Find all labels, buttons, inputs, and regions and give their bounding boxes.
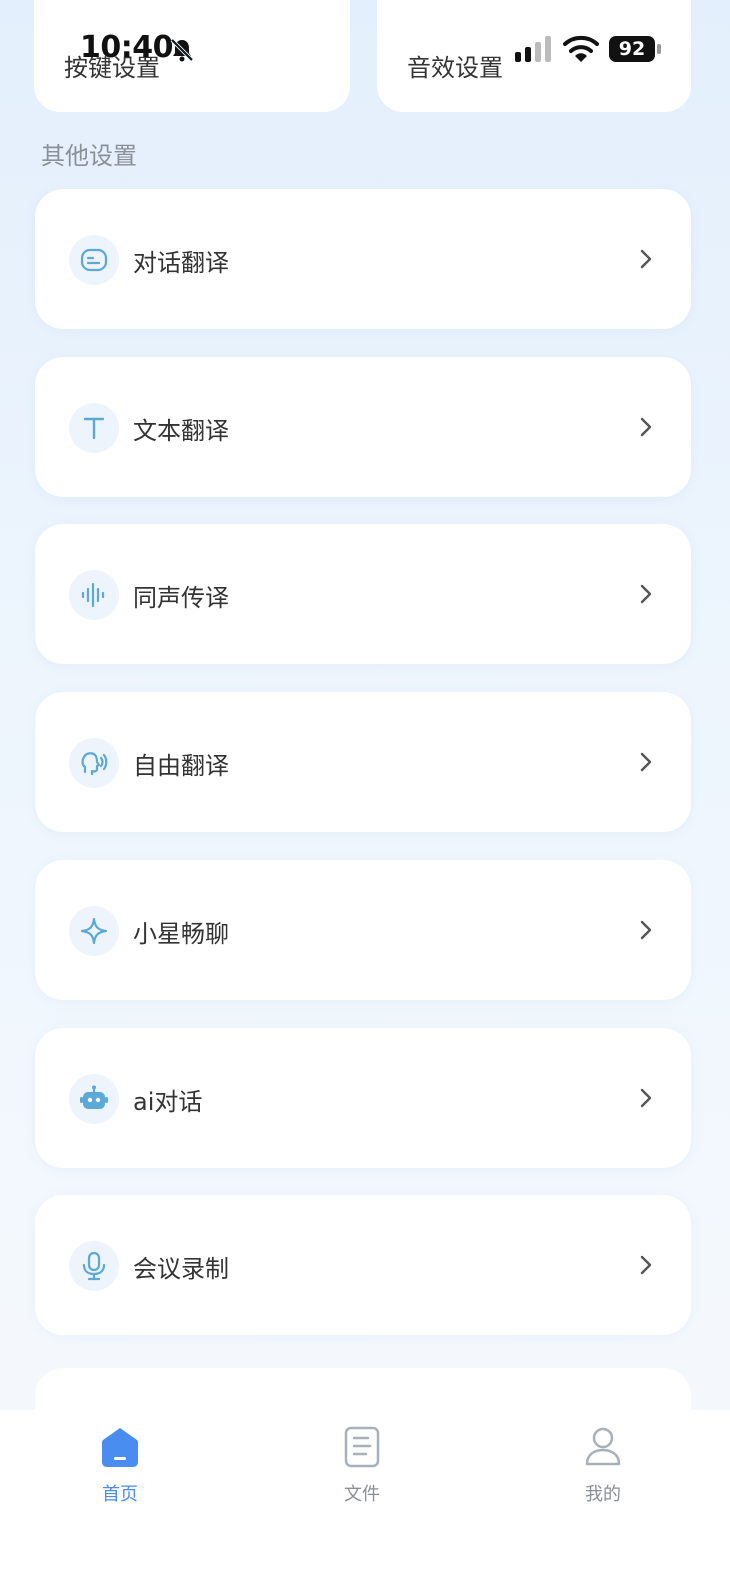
menu-item-label: 文本翻译 xyxy=(133,417,229,445)
user-icon xyxy=(585,1427,621,1466)
status-bar: 10:40 92 xyxy=(0,0,730,100)
tab-files-label: 文件 xyxy=(344,1484,380,1505)
battery-indicator: 92 xyxy=(609,36,661,62)
chevron-right-icon xyxy=(640,1255,652,1275)
chat-bubble-icon xyxy=(69,235,119,285)
menu-item-label: 小星畅聊 xyxy=(133,920,229,948)
menu-item-label: ai对话 xyxy=(133,1088,203,1116)
bottom-tab-bar: 首页 文件 我的 xyxy=(0,1410,730,1582)
menu-item-label: 会议录制 xyxy=(133,1255,229,1283)
section-title: 其他设置 xyxy=(41,142,137,170)
home-icon xyxy=(102,1428,138,1467)
microphone-icon xyxy=(69,1241,119,1291)
menu-item-xiaoxing-chat[interactable]: 小星畅聊 xyxy=(35,860,691,1000)
status-time: 10:40 xyxy=(80,30,174,65)
tab-mine[interactable]: 我的 xyxy=(543,1410,663,1530)
text-t-icon xyxy=(69,403,119,453)
menu-item-free-translate[interactable]: 自由翻译 xyxy=(35,692,691,832)
wifi-icon xyxy=(563,35,599,62)
menu-item-label: 同声传译 xyxy=(133,584,229,612)
menu-item-ai-chat[interactable]: ai对话 xyxy=(35,1028,691,1168)
chevron-right-icon xyxy=(640,1088,652,1108)
menu-item-simultaneous-interpretation[interactable]: 同声传译 xyxy=(35,524,691,664)
menu-item-meeting-record[interactable]: 会议录制 xyxy=(35,1195,691,1335)
chevron-right-icon xyxy=(640,249,652,269)
tab-home-label: 首页 xyxy=(102,1484,138,1505)
menu-item-text-translate[interactable]: 文本翻译 xyxy=(35,357,691,497)
tab-mine-label: 我的 xyxy=(585,1484,621,1505)
sound-wave-icon xyxy=(69,570,119,620)
menu-item-label: 自由翻译 xyxy=(133,752,229,780)
tab-files[interactable]: 文件 xyxy=(302,1410,422,1530)
tab-home[interactable]: 首页 xyxy=(60,1410,180,1530)
battery-level: 92 xyxy=(609,36,655,62)
cellular-signal-icon xyxy=(515,36,551,62)
bell-muted-icon xyxy=(170,38,194,62)
sparkle-star-icon xyxy=(69,906,119,956)
speaking-head-icon xyxy=(69,738,119,788)
chevron-right-icon xyxy=(640,417,652,437)
document-icon xyxy=(344,1426,380,1468)
menu-item-label: 对话翻译 xyxy=(133,249,229,277)
robot-icon xyxy=(69,1074,119,1124)
chevron-right-icon xyxy=(640,920,652,940)
chevron-right-icon xyxy=(640,752,652,772)
battery-tip xyxy=(657,44,661,54)
chevron-right-icon xyxy=(640,584,652,604)
menu-item-dialog-translate[interactable]: 对话翻译 xyxy=(35,189,691,329)
